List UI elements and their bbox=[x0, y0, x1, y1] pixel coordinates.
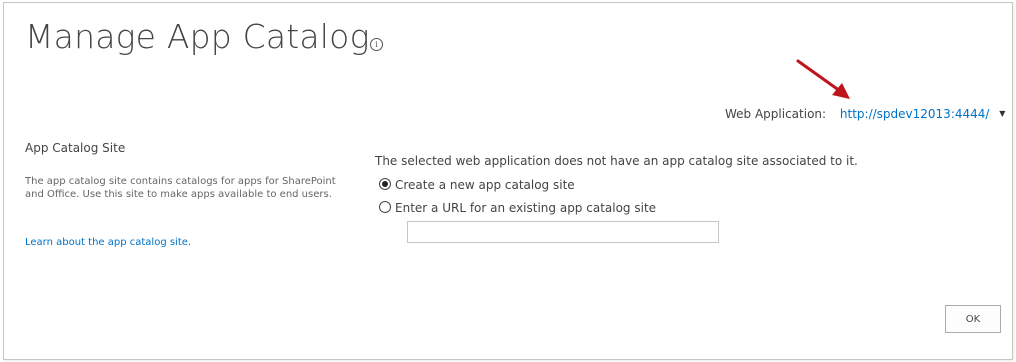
dialog-frame: Manage App Catalog i Web Application: ht… bbox=[3, 2, 1013, 360]
web-application-link[interactable]: http://spdev12013:4444/ bbox=[840, 107, 990, 121]
info-icon[interactable]: i bbox=[370, 38, 383, 51]
ok-button[interactable]: OK bbox=[945, 305, 1001, 333]
existing-url-label: Enter a URL for an existing app catalog … bbox=[395, 201, 657, 215]
section-description: The app catalog site contains catalogs f… bbox=[25, 176, 336, 200]
catalog-url-input[interactable] bbox=[407, 221, 719, 243]
page-title: Manage App Catalog bbox=[25, 17, 370, 56]
existing-url-option[interactable]: Enter a URL for an existing app catalog … bbox=[379, 201, 656, 215]
web-application-selector: Web Application: http://spdev12013:4444/… bbox=[725, 107, 1005, 121]
red-arrow-icon bbox=[796, 59, 850, 99]
create-new-catalog-option[interactable]: Create a new app catalog site bbox=[379, 178, 575, 192]
learn-about-link[interactable]: Learn about the app catalog site. bbox=[25, 237, 191, 248]
no-catalog-notice: The selected web application does not ha… bbox=[375, 154, 858, 168]
caret-down-icon[interactable]: ▼ bbox=[999, 109, 1005, 118]
section-title: App Catalog Site bbox=[25, 141, 126, 155]
web-application-label: Web Application: bbox=[725, 107, 827, 121]
radio-create-new[interactable] bbox=[379, 178, 391, 190]
radio-existing-url[interactable] bbox=[379, 201, 391, 213]
create-new-label: Create a new app catalog site bbox=[395, 178, 575, 192]
